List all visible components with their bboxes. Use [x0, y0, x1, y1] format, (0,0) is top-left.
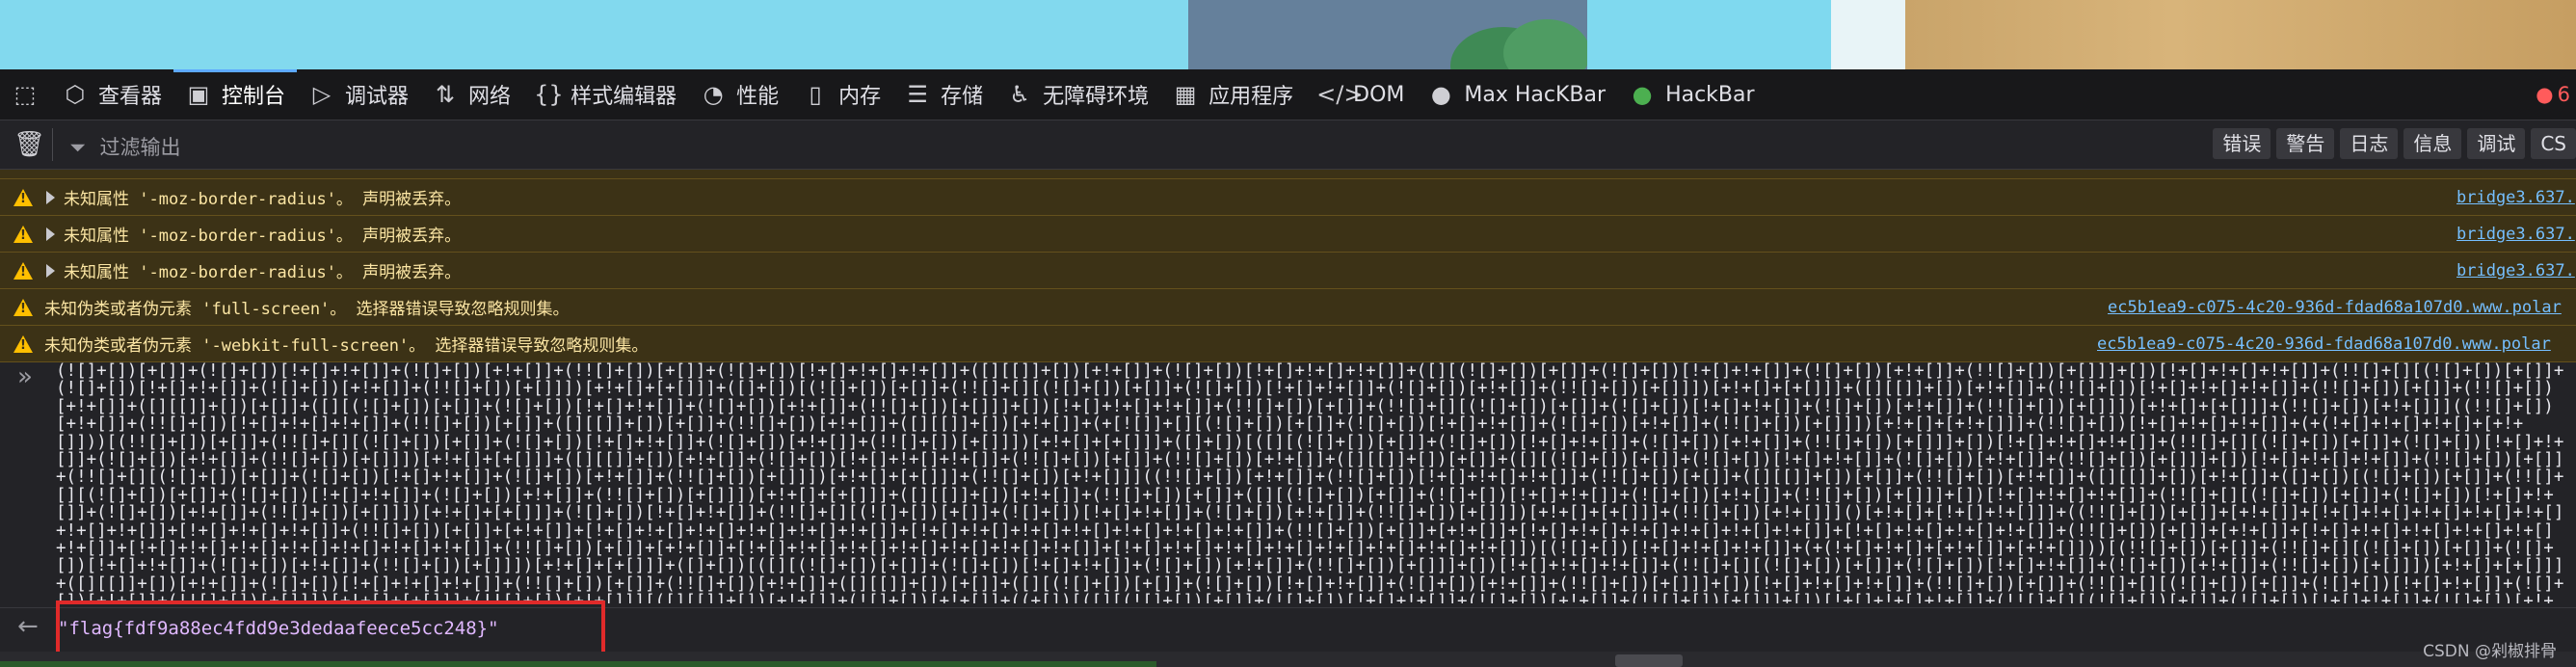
tab-inspector[interactable]: ⬡ 查看器 — [50, 69, 173, 120]
tab-label: Max HacKBar — [1464, 82, 1607, 107]
log-level-buttons: 错误 警告 日志 信息 调试 CS — [2213, 128, 2576, 159]
filter-icon: ⏷ — [69, 136, 86, 159]
filter-errors-button[interactable]: 错误 — [2213, 128, 2271, 159]
tab-label: 调试器 — [345, 85, 410, 109]
application-icon: ▦ — [1174, 81, 1197, 108]
tab-label: DOM — [1353, 82, 1405, 107]
tab-label: 网络 — [468, 85, 512, 109]
filter-placeholder: 过滤输出 — [99, 136, 181, 159]
console-warning-row[interactable]: 未知属性 '-moz-border-radius'。 声明被丢弃。 bridge… — [0, 216, 2576, 253]
watermark: CSDN @剁椒排骨 — [2423, 642, 2557, 661]
page-sky-region — [0, 0, 1188, 69]
page-bottom-strip — [0, 661, 1156, 667]
console-warning-row — [0, 170, 2576, 179]
warning-text: 未知属性 '-moz-border-radius'。 声明被丢弃。 — [64, 227, 462, 246]
console-warning-row: 未知伪类或者伪元素 'full-screen'。 选择器错误导致忽略规则集。 e… — [0, 289, 2576, 326]
tab-network[interactable]: ⇅ 网络 — [420, 69, 522, 120]
source-link[interactable]: bridge3.637. — [2456, 261, 2575, 280]
expand-arrow-icon[interactable] — [46, 227, 55, 241]
trash-icon[interactable]: 🗑 — [13, 130, 45, 159]
tab-label: HackBar — [1665, 82, 1755, 107]
tab-label: 样式编辑器 — [571, 85, 677, 109]
tab-hackbar[interactable]: ● HackBar — [1617, 69, 1766, 120]
tab-application[interactable]: ▦ 应用程序 — [1160, 69, 1305, 120]
dom-icon: </> — [1316, 81, 1364, 108]
console-warning-row[interactable]: 未知属性 '-moz-border-radius'。 声明被丢弃。 bridge… — [0, 253, 2576, 289]
page-cloud-region — [1831, 0, 1908, 69]
debugger-icon: ▷ — [312, 81, 332, 108]
console-warning-row[interactable]: 未知属性 '-moz-border-radius'。 声明被丢弃。 bridge… — [0, 179, 2576, 216]
jsfuck-code[interactable]: (![]+[])[+[]]+(![]+[])[!+[]+!+[]]+(![]+[… — [56, 362, 2566, 603]
filter-info-button[interactable]: 信息 — [2403, 128, 2462, 159]
warning-text: 未知伪类或者伪元素 'full-screen'。 选择器错误导致忽略规则集。 — [44, 300, 570, 319]
warning-icon — [13, 188, 33, 206]
accessibility-icon: ♿ — [1009, 81, 1030, 108]
page-sand-region — [1905, 0, 2576, 69]
source-link[interactable]: bridge3.637. — [2456, 188, 2575, 207]
console-input-echo: » (![]+[])[+[]]+(![]+[])[!+[]+!+[]]+(![]… — [0, 357, 2576, 608]
filter-css-button[interactable]: CS — [2531, 128, 2576, 159]
max-hackbar-icon: ● — [1430, 81, 1451, 108]
input-prompt-icon: » — [17, 362, 33, 391]
tab-label: 内存 — [838, 85, 882, 109]
tab-label: 应用程序 — [1208, 85, 1294, 109]
tab-dom[interactable]: </> DOM — [1305, 69, 1416, 120]
filter-debug-button[interactable]: 调试 — [2467, 128, 2526, 159]
divider — [52, 128, 53, 161]
element-picker-button[interactable]: ⬚ — [0, 69, 50, 120]
storage-icon: ☰ — [907, 81, 928, 108]
tab-label: 无障碍环境 — [1043, 85, 1150, 109]
source-link[interactable]: ec5b1ea9-c075-4c20-936d-fdad68a107d0.www… — [2097, 334, 2551, 354]
tab-label: 性能 — [736, 85, 780, 109]
console-icon: ▣ — [187, 81, 210, 108]
tab-console[interactable]: ▣ 控制台 — [173, 69, 298, 120]
filter-output-input[interactable]: ⏷ 过滤输出 — [69, 132, 181, 161]
source-link[interactable]: ec5b1ea9-c075-4c20-936d-fdad68a107d0.www… — [2108, 298, 2562, 317]
tab-performance[interactable]: ◔ 性能 — [688, 69, 790, 120]
warning-text: 未知伪类或者伪元素 '-webkit-full-screen'。 选择器错误导致… — [44, 336, 649, 356]
page-viewport-strip — [0, 0, 2576, 69]
result-arrow-icon: ← — [17, 612, 39, 641]
error-count-badge[interactable]: ● 6 — [2536, 69, 2570, 120]
error-icon: ● — [2536, 83, 2554, 106]
warning-icon — [13, 298, 33, 316]
warning-text: 未知属性 '-moz-border-radius'。 声明被丢弃。 — [64, 190, 462, 209]
tab-label: 存储 — [941, 85, 984, 109]
devtools-toolbar: ⬚ ⬡ 查看器 ▣ 控制台 ▷ 调试器 ⇅ 网络 {} 样式编辑器 ◔ 性能 ▯… — [0, 69, 2576, 120]
warning-icon — [13, 334, 33, 353]
tab-label: 控制台 — [222, 85, 286, 109]
expand-arrow-icon[interactable] — [46, 263, 55, 278]
tab-storage[interactable]: ☰ 存储 — [892, 69, 995, 120]
warning-text: 未知属性 '-moz-border-radius'。 声明被丢弃。 — [64, 263, 462, 282]
inspector-icon: ⬡ — [65, 81, 86, 108]
tab-memory[interactable]: ▯ 内存 — [790, 69, 892, 120]
warning-icon — [13, 261, 33, 280]
horizontal-scrollbar[interactable] — [1615, 654, 1683, 667]
network-icon: ⇅ — [435, 81, 456, 108]
tab-accessibility[interactable]: ♿ 无障碍环境 — [995, 69, 1160, 120]
filter-logs-button[interactable]: 日志 — [2340, 128, 2399, 159]
error-count: 6 — [2557, 83, 2570, 106]
tab-max-hackbar[interactable]: ● Max HacKBar — [1416, 69, 1617, 120]
console-filter-bar: 🗑 ⏷ 过滤输出 错误 警告 日志 信息 调试 CS — [0, 120, 2576, 170]
memory-icon: ▯ — [809, 81, 822, 108]
element-picker-icon: ⬚ — [13, 81, 37, 108]
tab-debugger[interactable]: ▷ 调试器 — [297, 69, 420, 120]
tab-style-editor[interactable]: {} 样式编辑器 — [522, 69, 688, 120]
filter-warnings-button[interactable]: 警告 — [2276, 128, 2335, 159]
console-output: 未知属性 '-moz-border-radius'。 声明被丢弃。 bridge… — [0, 170, 2576, 667]
tab-label: 查看器 — [98, 85, 163, 109]
hackbar-icon: ● — [1632, 81, 1653, 108]
style-editor-icon: {} — [534, 81, 564, 108]
expand-arrow-icon[interactable] — [46, 190, 55, 204]
warning-icon — [13, 225, 33, 243]
source-link[interactable]: bridge3.637. — [2456, 225, 2575, 244]
performance-icon: ◔ — [703, 81, 724, 108]
